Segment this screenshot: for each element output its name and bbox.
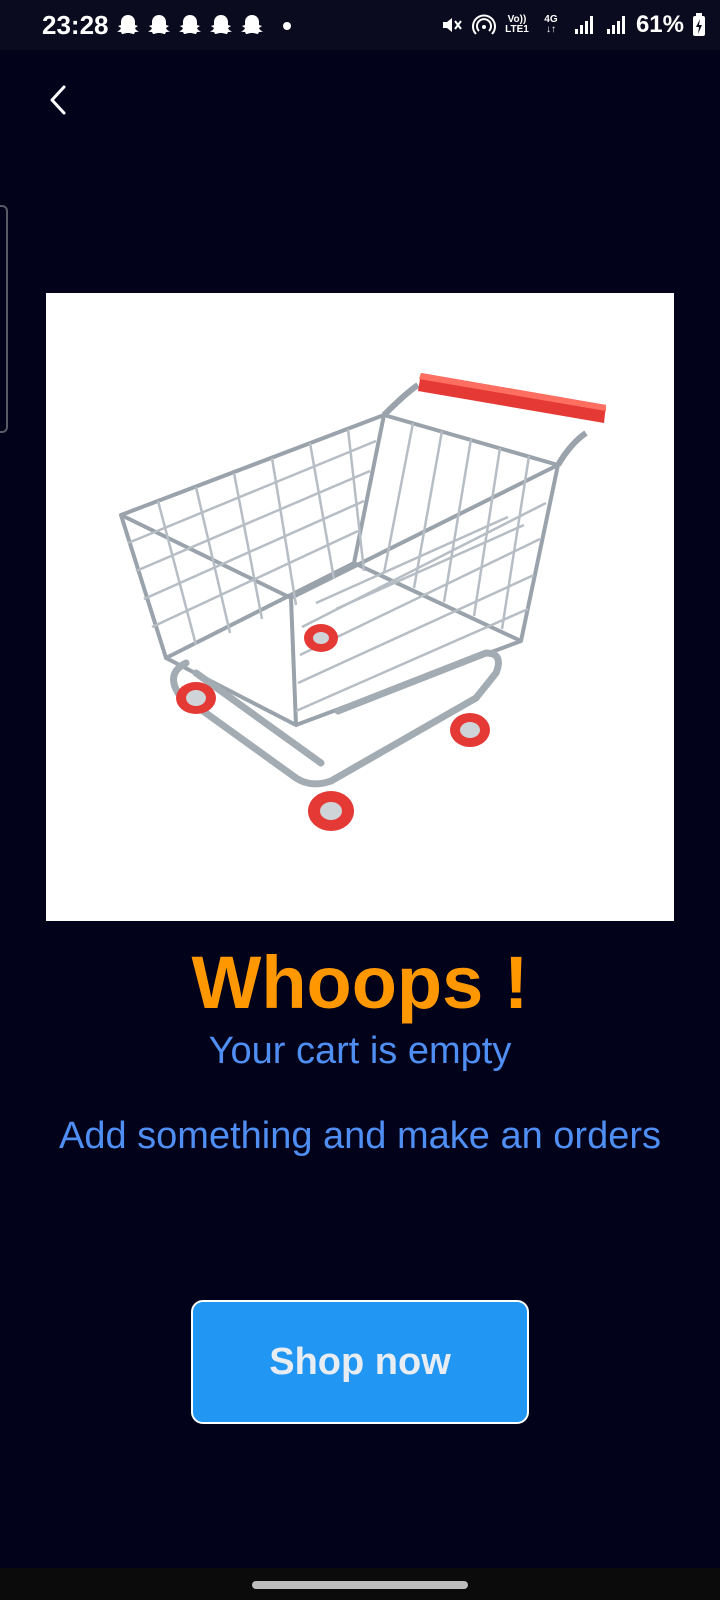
data-arrows-icon: ↓↑: [545, 24, 556, 35]
shopping-cart-illustration: [119, 373, 606, 831]
snapchat-ghost-icon: [241, 15, 263, 34]
battery-charging-icon: [693, 13, 705, 36]
home-gesture-handle[interactable]: [252, 1581, 468, 1589]
system-navigation-bar: [0, 1568, 720, 1600]
signal-strength-icon: [574, 16, 593, 34]
status-time: 23:28: [42, 10, 109, 40]
network-type-indicator: 4G ↓↑: [538, 15, 564, 35]
status-bar: 23:28 Vo)) LTE1 4G ↓↑ 61%: [0, 0, 720, 50]
empty-cart-image: [46, 293, 674, 921]
snapchat-ghost-icon: [179, 15, 201, 34]
system-status-icons: Vo)) LTE1 4G ↓↑ 61%: [440, 10, 706, 40]
chevron-left-icon: [50, 85, 66, 115]
empty-cart-subtitle: Your cart is empty: [208, 1030, 512, 1072]
hotspot-icon: [471, 14, 496, 35]
empty-cart-headline: Whoops !: [191, 941, 529, 1024]
back-button[interactable]: [38, 80, 78, 120]
volte-indicator: Vo)) LTE1: [505, 14, 529, 35]
snapchat-ghost-icon: [210, 15, 232, 34]
more-notifications-dot-icon: [283, 22, 291, 30]
empty-cart-hint: Add something and make an orders: [58, 1115, 662, 1157]
battery-percentage: 61%: [635, 11, 684, 38]
notification-icons: [116, 14, 264, 36]
snapchat-ghost-icon: [117, 15, 139, 34]
snapchat-ghost-icon: [148, 15, 170, 34]
signal-strength-icon: [606, 16, 625, 34]
edge-panel-handle[interactable]: [0, 205, 8, 433]
shop-now-button[interactable]: Shop now: [191, 1300, 529, 1424]
mute-icon: [442, 18, 462, 32]
